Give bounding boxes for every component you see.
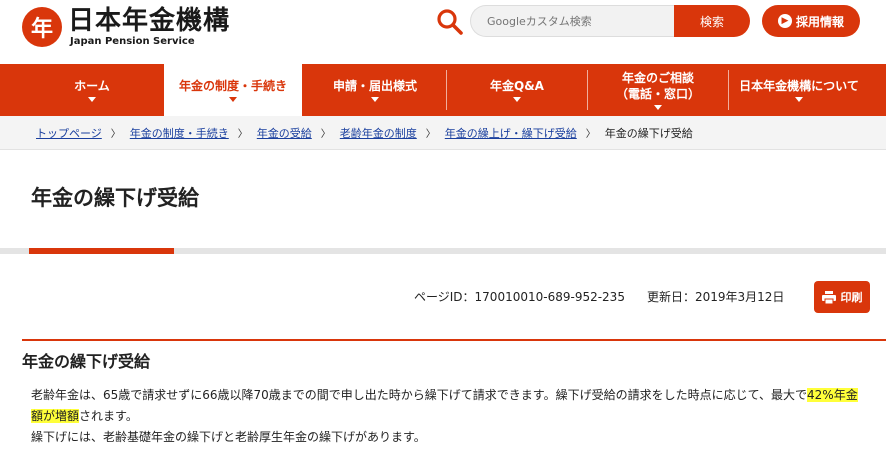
logo-subtitle: Japan Pension Service — [70, 36, 195, 47]
recruit-button[interactable]: ▶ 採用情報 — [762, 5, 860, 37]
logo-mark-icon: 年 — [22, 7, 62, 47]
body-paragraph: 老齢年金は、65歳で請求せずに66歳以降70歳までの間で申し出た時から繰下げて請… — [31, 385, 861, 427]
nav-item-label: 年金の制度・手続き — [178, 79, 287, 93]
nav-item-label: 年金Q&A — [490, 79, 544, 93]
body-paragraph: 繰下げには、老齢基礎年金の繰下げと老齢厚生年金の繰下げがあります。 — [31, 430, 426, 444]
nav-item-consultation[interactable]: 年金のご相談 （電話・窓口） — [588, 64, 728, 116]
print-button-label: 印刷 — [840, 291, 863, 304]
caret-down-icon — [88, 97, 96, 102]
search-input[interactable] — [470, 5, 674, 37]
nav-item-label: 年金のご相談 — [621, 71, 694, 85]
caret-down-icon — [795, 97, 803, 102]
logo-name: 日本年金機構 — [68, 6, 231, 36]
breadcrumb-current: 年金の繰下げ受給 — [604, 126, 693, 140]
nav-item-about[interactable]: 日本年金機構について — [729, 64, 869, 116]
title-area: 年金の繰下げ受給 — [0, 150, 886, 254]
global-nav: ホーム 年金の制度・手続き 申請・届出様式 年金Q&A 年金のご相談 （電話・窓… — [0, 64, 886, 116]
nav-item-label-sub: （電話・窓口） — [615, 87, 700, 101]
chevron-right-icon: ▶ — [777, 14, 792, 28]
updated-date: 更新日：2019年3月12日 — [646, 290, 785, 304]
breadcrumb-separator: 〉 — [237, 129, 248, 140]
page-id: ページID：170010010-689-952-235 — [414, 290, 625, 304]
breadcrumb-separator: 〉 — [110, 129, 121, 140]
site-header: 年 日本年金機構 Japan Pension Service 検索 ▶ 採用情報 — [0, 0, 886, 64]
search-button[interactable]: 検索 — [674, 5, 750, 37]
body-text: 老齢年金は、65歳で請求せずに66歳以降70歳までの間で申し出た時から繰下げて請… — [31, 388, 808, 402]
nav-item-qa[interactable]: 年金Q&A — [447, 64, 587, 116]
title-underline-accent — [29, 248, 174, 254]
section-heading: 年金の繰下げ受給 — [22, 352, 151, 371]
logo-text: 日本年金機構 Japan Pension Service — [68, 6, 230, 48]
page-meta: ページID：170010010-689-952-235 更新日：2019年3月12… — [414, 288, 784, 305]
body-text: されます。 — [79, 409, 138, 423]
caret-down-icon — [654, 105, 662, 110]
breadcrumb-separator: 〉 — [320, 129, 331, 140]
breadcrumb-separator: 〉 — [425, 129, 436, 140]
nav-item-label: 申請・届出様式 — [332, 79, 417, 93]
nav-item-pension-system[interactable]: 年金の制度・手続き — [162, 64, 304, 116]
breadcrumb-link[interactable]: 年金の繰上げ・繰下げ受給 — [445, 125, 577, 141]
nav-item-forms[interactable]: 申請・届出様式 — [304, 64, 446, 116]
breadcrumb-link[interactable]: 年金の受給 — [257, 125, 312, 141]
search-icon — [437, 9, 463, 35]
page-title: 年金の繰下げ受給 — [31, 186, 199, 210]
section-rule — [22, 339, 886, 341]
nav-item-home[interactable]: ホーム — [22, 64, 162, 116]
recruit-button-label: 採用情報 — [795, 14, 844, 29]
site-logo[interactable]: 年 日本年金機構 Japan Pension Service — [22, 6, 230, 48]
breadcrumb-link[interactable]: 老齢年金の制度 — [340, 125, 417, 141]
printer-icon — [821, 290, 836, 304]
caret-down-icon — [513, 97, 521, 102]
breadcrumb-link[interactable]: 年金の制度・手続き — [130, 125, 229, 141]
breadcrumb-link[interactable]: トップページ — [36, 125, 102, 141]
print-button[interactable]: 印刷 — [814, 281, 870, 313]
caret-down-icon — [371, 97, 379, 102]
nav-item-label: 日本年金機構について — [739, 79, 859, 93]
breadcrumb: トップページ 〉 年金の制度・手続き 〉 年金の受給 〉 老齢年金の制度 〉 年… — [0, 116, 886, 150]
breadcrumb-separator: 〉 — [585, 129, 596, 140]
caret-down-icon — [229, 97, 237, 102]
nav-item-label: ホーム — [74, 79, 110, 93]
